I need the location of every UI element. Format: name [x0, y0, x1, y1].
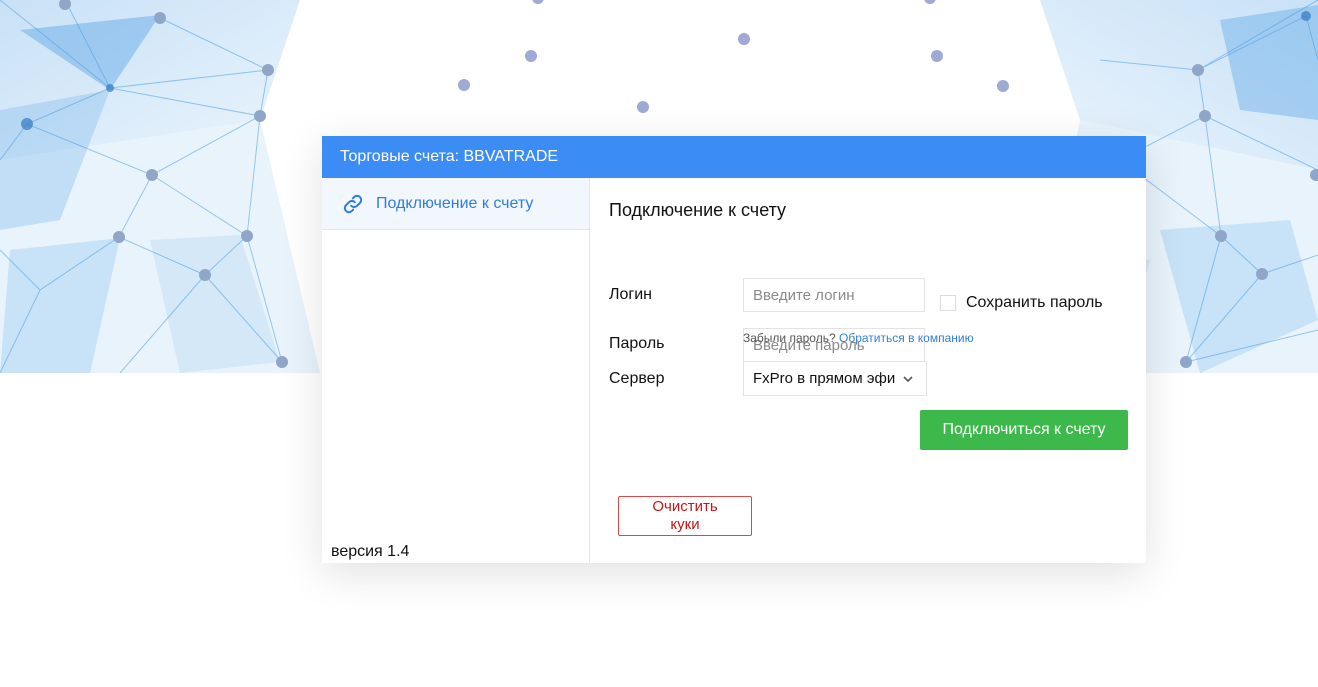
- login-input[interactable]: [743, 278, 925, 312]
- connect-account-button[interactable]: Подключиться к счету: [920, 410, 1128, 450]
- connection-form: Подключение к счету Логин Пароль Сохрани…: [609, 178, 1146, 563]
- login-label: Логин: [609, 286, 653, 303]
- save-password-checkbox[interactable]: [940, 295, 956, 311]
- forgot-password-text: Забыли пароль?: [743, 331, 836, 345]
- trading-accounts-dialog: Торговые счета: BBVATRADE Подключение к …: [322, 136, 1146, 563]
- sidebar: Подключение к счету версия 1.4: [322, 178, 590, 563]
- server-select[interactable]: FxPro в прямом эфире: [743, 361, 927, 396]
- form-title: Подключение к счету: [609, 200, 787, 220]
- sidebar-item-account-connection[interactable]: Подключение к счету: [322, 178, 589, 230]
- save-password-option[interactable]: Сохранить пароль: [940, 292, 1103, 314]
- password-label: Пароль: [609, 335, 665, 352]
- dialog-title: Торговые счета: BBVATRADE: [322, 136, 1146, 178]
- version-label: версия 1.4: [331, 543, 410, 560]
- save-password-label: Сохранить пароль: [966, 294, 1103, 311]
- forgot-password-row: Забыли пароль? Обратиться в компанию: [743, 331, 974, 345]
- sidebar-item-label: Подключение к счету: [376, 194, 534, 212]
- chevron-down-icon: [901, 372, 915, 386]
- link-icon: [342, 193, 364, 215]
- server-selected-value: FxPro в прямом эфире: [753, 370, 895, 387]
- clear-cookies-button[interactable]: Очистить куки: [618, 496, 752, 536]
- contact-company-link[interactable]: Обратиться в компанию: [839, 331, 974, 345]
- server-label: Сервер: [609, 370, 665, 387]
